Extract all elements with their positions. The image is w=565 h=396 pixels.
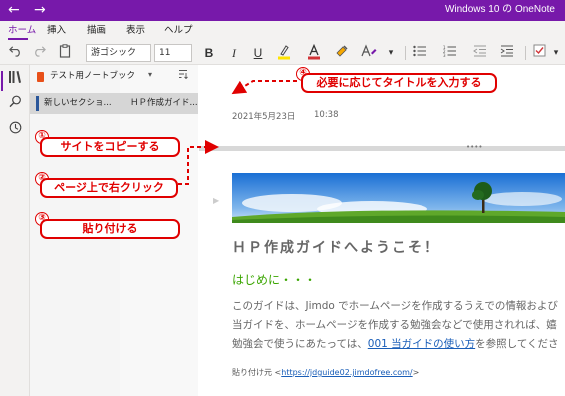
callout-right-click: ページ上で右クリック [40,178,178,198]
callout-copy-site: サイトをコピーする [40,137,180,157]
annotation-arrows [178,80,297,185]
callout-enter-title: 必要に応じてタイトルを入力する [301,73,497,93]
callout-paste: 貼り付ける [40,219,180,239]
